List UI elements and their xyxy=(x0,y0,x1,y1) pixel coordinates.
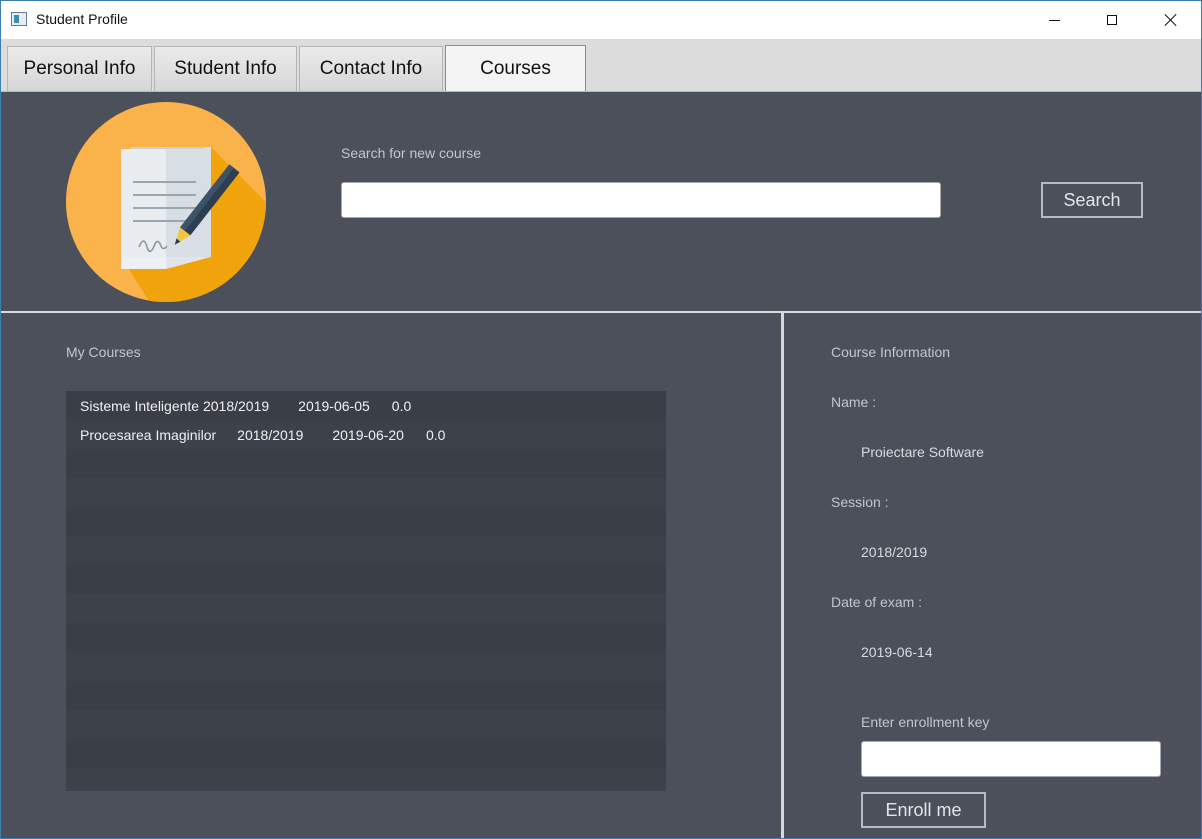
document-pen-icon xyxy=(66,102,266,302)
exam-date-label: Date of exam : xyxy=(831,594,923,610)
search-course-label: Search for new course xyxy=(341,145,482,161)
close-button[interactable] xyxy=(1142,1,1200,39)
vertical-divider xyxy=(781,313,784,838)
course-name-value: Proiectare Software xyxy=(861,444,984,460)
session-label: Session : xyxy=(831,494,889,510)
list-item[interactable]: Procesarea Imaginilor 2018/2019 2019-06-20… xyxy=(66,420,666,449)
enrollment-key-label: Enter enrollment key xyxy=(861,714,990,730)
course-grade: 0.0 xyxy=(425,426,446,443)
maximize-button[interactable] xyxy=(1083,1,1141,39)
course-session: 2018/2019 xyxy=(237,426,304,443)
search-course-input[interactable] xyxy=(341,182,941,218)
minimize-button[interactable] xyxy=(1025,1,1083,39)
tab-bar: Personal Info Student Info Contact Info … xyxy=(1,39,1201,92)
minimize-icon xyxy=(1048,19,1060,21)
my-courses-list[interactable]: Sisteme Inteligente 2018/2019 2019-06-05 0… xyxy=(66,391,666,791)
search-button[interactable]: Search xyxy=(1041,182,1143,218)
close-icon xyxy=(1164,13,1178,27)
search-panel: Search for new course Search xyxy=(1,92,1201,311)
course-session: 2018/2019 xyxy=(202,397,270,414)
student-profile-window: Student Profile Personal Info Student In… xyxy=(0,0,1202,839)
tab-student-info[interactable]: Student Info xyxy=(154,46,297,91)
course-date: 2019-06-05 xyxy=(298,397,370,414)
tab-personal-info[interactable]: Personal Info xyxy=(7,46,152,91)
enrollment-key-input[interactable] xyxy=(861,741,1161,777)
session-value: 2018/2019 xyxy=(861,544,928,560)
course-date: 2019-06-20 xyxy=(332,426,404,443)
tab-courses[interactable]: Courses xyxy=(445,45,586,91)
course-name-label: Name : xyxy=(831,394,877,410)
tab-contact-info[interactable]: Contact Info xyxy=(299,46,443,91)
app-icon xyxy=(11,12,27,26)
course-grade: 0.0 xyxy=(391,397,412,414)
exam-date-value: 2019-06-14 xyxy=(861,644,933,660)
enroll-button[interactable]: Enroll me xyxy=(861,792,986,828)
course-name: Sisteme Inteligente xyxy=(80,397,200,414)
my-courses-label: My Courses xyxy=(66,344,141,360)
maximize-icon xyxy=(1107,15,1117,25)
course-information-label: Course Information xyxy=(831,344,951,360)
horizontal-divider xyxy=(1,311,1201,313)
title-bar: Student Profile xyxy=(1,1,1201,39)
window-title: Student Profile xyxy=(36,11,128,27)
list-item[interactable]: Sisteme Inteligente 2018/2019 2019-06-05 0… xyxy=(66,391,666,420)
course-name: Procesarea Imaginilor xyxy=(80,426,217,443)
